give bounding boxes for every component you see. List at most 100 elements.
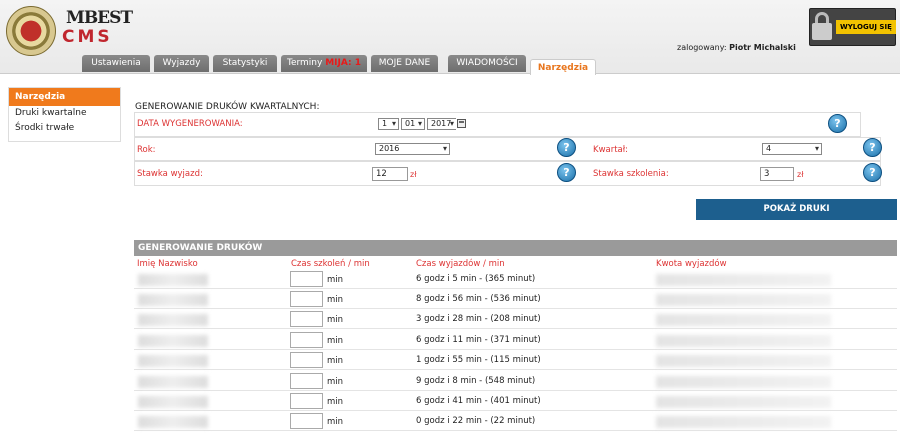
- table-row: min 9 godz i 8 min - (548 minut): [134, 372, 897, 391]
- trip-time: 6 godz i 11 min - (371 minut): [416, 335, 541, 345]
- quarter-label: Kwartał:: [593, 145, 629, 155]
- amount-redacted: [656, 416, 831, 428]
- trip-time: 0 godz i 22 min - (22 minut): [416, 416, 536, 426]
- sidebar-item-srodki-trwale[interactable]: Środki trwałe: [9, 121, 120, 136]
- emblem-logo: [6, 6, 56, 56]
- training-time-input[interactable]: [290, 393, 323, 409]
- help-icon-year[interactable]: ?: [557, 138, 576, 157]
- amount-redacted: [656, 396, 831, 408]
- amount-redacted: [656, 314, 831, 326]
- name-redacted: [138, 376, 208, 388]
- logo-top-text: MBEST: [66, 8, 133, 28]
- help-icon-training-rate[interactable]: ?: [863, 163, 882, 182]
- trip-time: 3 godz i 28 min - (208 minut): [416, 314, 541, 324]
- amount-redacted: [656, 376, 831, 388]
- amount-redacted: [656, 294, 831, 306]
- table-row: min 0 godz i 22 min - (22 minut): [134, 412, 897, 431]
- tab-label: Statystyki: [222, 58, 268, 68]
- logged-in-info: zalogowany: Piotr Michalski: [677, 43, 796, 52]
- table-row: min 3 godz i 28 min - (208 minut): [134, 310, 897, 329]
- min-unit: min: [327, 315, 344, 325]
- table-row: min 8 godz i 56 min - (536 minut): [134, 290, 897, 309]
- training-time-input[interactable]: [290, 311, 323, 327]
- sidebar-title: Narzędzia: [9, 88, 120, 106]
- min-unit: min: [327, 336, 344, 346]
- name-redacted: [138, 294, 208, 306]
- trip-time: 9 godz i 8 min - (548 minut): [416, 376, 536, 386]
- training-time-input[interactable]: [290, 352, 323, 368]
- show-prints-button[interactable]: POKAŻ DRUKI: [696, 199, 897, 220]
- trip-rate-label: Stawka wyjazd:: [137, 169, 203, 179]
- tab-statystyki[interactable]: Statystyki: [213, 55, 277, 72]
- min-unit: min: [327, 377, 344, 387]
- min-unit: min: [327, 356, 344, 366]
- training-time-input[interactable]: [290, 373, 323, 389]
- date-day-select[interactable]: 1: [378, 118, 399, 130]
- table-row: min 6 godz i 11 min - (371 minut): [134, 331, 897, 350]
- training-rate-input[interactable]: 3: [760, 167, 794, 181]
- sidebar: Narzędzia Druki kwartalne Środki trwałe: [8, 87, 121, 142]
- training-time-input[interactable]: [290, 413, 323, 429]
- tab-ustawienia[interactable]: Ustawienia: [82, 55, 150, 72]
- tab-wyjazdy[interactable]: Wyjazdy: [154, 55, 209, 72]
- tab-moje-dane[interactable]: MOJE DANE: [371, 55, 438, 72]
- quarter-select[interactable]: 4: [762, 143, 822, 155]
- training-time-input[interactable]: [290, 291, 323, 307]
- name-redacted: [138, 396, 208, 408]
- trip-time: 8 godz i 56 min - (536 minut): [416, 294, 541, 304]
- tab-label: Narzędzia: [537, 63, 589, 73]
- name-redacted: [138, 355, 208, 367]
- training-rate-label: Stawka szkolenia:: [593, 169, 669, 179]
- table-row: min 6 godz i 41 min - (401 minut): [134, 392, 897, 411]
- date-row: [134, 112, 861, 137]
- training-time-input[interactable]: [290, 332, 323, 348]
- calendar-icon[interactable]: [457, 119, 466, 128]
- year-label: Rok:: [137, 145, 156, 155]
- tab-narzedzia[interactable]: Narzędzia: [530, 59, 596, 75]
- trip-rate-unit: zł: [410, 170, 417, 179]
- help-icon-trip-rate[interactable]: ?: [557, 163, 576, 182]
- name-redacted: [138, 314, 208, 326]
- tab-terminy[interactable]: Terminy MIJA: 1: [281, 55, 367, 72]
- trip-time: 1 godz i 55 min - (115 minut): [416, 355, 541, 365]
- sidebar-item-druki-kwartalne[interactable]: Druki kwartalne: [9, 106, 120, 121]
- user-name: Piotr Michalski: [729, 43, 796, 52]
- amount-redacted: [656, 355, 831, 367]
- amount-redacted: [656, 335, 831, 347]
- lock-icon: [812, 12, 832, 40]
- date-month-select[interactable]: 01: [401, 118, 425, 130]
- help-icon-quarter[interactable]: ?: [863, 138, 882, 157]
- name-redacted: [138, 335, 208, 347]
- amount-redacted: [656, 274, 831, 286]
- tab-wiadomosci[interactable]: WIADOMOŚCI: [448, 55, 526, 72]
- training-time-input[interactable]: [290, 271, 323, 287]
- name-redacted: [138, 416, 208, 428]
- min-unit: min: [327, 295, 344, 305]
- column-header-training: Czas szkoleń / min: [291, 259, 370, 269]
- tab-label: Ustawienia: [91, 58, 141, 68]
- help-icon-date[interactable]: ?: [828, 114, 847, 133]
- date-year-select[interactable]: 2017: [427, 118, 456, 130]
- tab-label: WIADOMOŚCI: [456, 58, 518, 68]
- logged-label: zalogowany:: [677, 43, 727, 52]
- logout-label[interactable]: WYLOGUJ SIĘ: [836, 20, 896, 34]
- trip-time: 6 godz i 5 min - (365 minut): [416, 274, 536, 284]
- header: MBEST CMS zalogowany: Piotr Michalski WY…: [0, 0, 900, 75]
- min-unit: min: [327, 275, 344, 285]
- tab-label: MOJE DANE: [378, 58, 431, 68]
- tab-label: Wyjazdy: [162, 58, 201, 68]
- min-unit: min: [327, 397, 344, 407]
- column-header-trips: Czas wyjazdów / min: [416, 259, 505, 269]
- trip-time: 6 godz i 41 min - (401 minut): [416, 396, 541, 406]
- trip-rate-input[interactable]: 12: [372, 167, 408, 181]
- min-unit: min: [327, 417, 344, 427]
- training-rate-unit: zł: [797, 170, 804, 179]
- table-row: min 1 godz i 55 min - (115 minut): [134, 351, 897, 370]
- logo-bottom-text: CMS: [62, 27, 113, 47]
- table-row: min 6 godz i 5 min - (365 minut): [134, 270, 897, 289]
- form-title: GENEROWANIE DRUKÓW KWARTALNYCH:: [135, 102, 320, 112]
- terminy-badge: MIJA: 1: [325, 58, 361, 68]
- table-title: GENEROWANIE DRUKÓW: [134, 240, 897, 256]
- name-redacted: [138, 274, 208, 286]
- year-select[interactable]: 2016: [375, 143, 450, 155]
